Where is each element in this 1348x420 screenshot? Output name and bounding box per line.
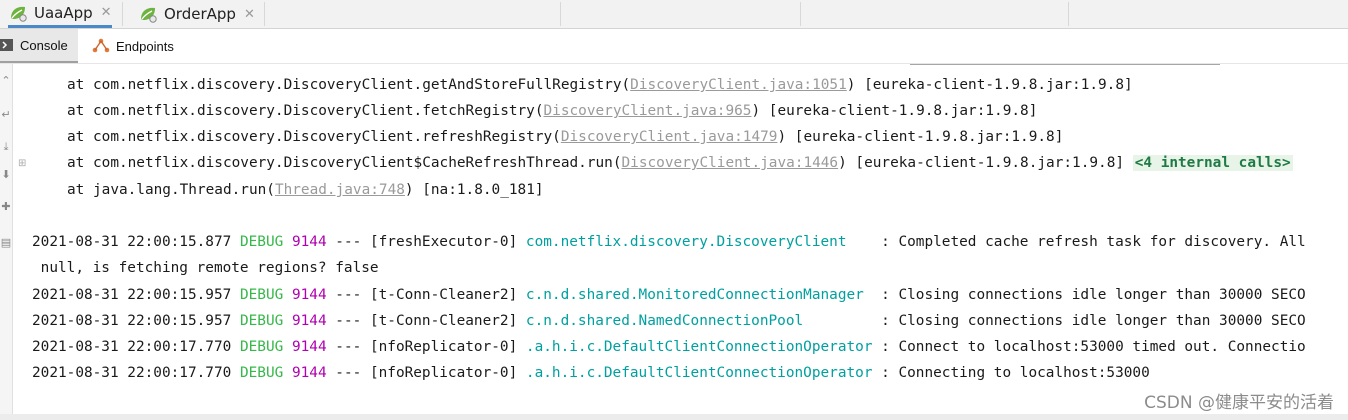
print-icon[interactable]: ▤ [0,236,12,250]
internal-calls-fold[interactable]: <4 internal calls> [1132,155,1293,171]
log-separator: --- [335,313,362,329]
trace-text: at java.lang.Thread.run( [67,182,275,198]
log-message: : Closing connections idle longer than 3… [881,287,1306,303]
log-separator: --- [335,234,362,250]
trace-text: at com.netflix.discovery.DiscoveryClient… [67,155,622,171]
log-thread: [nfoReplicator-0] [369,365,518,381]
log-level: DEBUG [239,339,284,355]
log-message: : Connect to localhost:53000 timed out. … [881,339,1306,355]
log-separator: --- [335,287,362,303]
tab-divider [560,2,561,26]
trace-jar: ) [eureka-client-1.9.8.jar:1.9.8] [838,155,1125,171]
download-icon[interactable]: ⬇ [0,168,12,182]
trace-jar: ) [eureka-client-1.9.8.jar:1.9.8] [846,77,1133,93]
run-tab-label: UaaApp [34,3,93,22]
tab-console[interactable]: Console [0,29,78,63]
log-timestamp: 2021-08-31 22:00:17.770 [32,365,232,381]
soft-wrap-icon[interactable]: ↵ [0,108,12,122]
log-pid: 9144 [291,234,327,250]
console-left-gutter: ⌃ ↵ ⤓ ⬇ ✚ ▤ [0,64,13,414]
trace-text: at com.netflix.discovery.DiscoveryClient… [67,103,544,119]
stack-trace-line: at com.netflix.discovery.DiscoveryClient… [67,72,1133,98]
source-link[interactable]: DiscoveryClient.java:1479 [561,129,778,145]
log-continuation-line: null, is fetching remote regions? false [32,255,379,281]
log-thread: [t-Conn-Cleaner2] [369,287,518,303]
endpoints-icon [92,38,110,53]
spring-leaf-icon [141,7,157,23]
tab-endpoints-label: Endpoints [116,38,174,54]
trace-jar: ) [eureka-client-1.9.8.jar:1.9.8] [777,129,1064,145]
log-message: : Connecting to localhost:53000 [881,365,1150,381]
trace-text: at com.netflix.discovery.DiscoveryClient… [67,129,561,145]
log-level: DEBUG [239,365,284,381]
close-icon[interactable]: ✕ [244,7,255,22]
trace-jar: ) [eureka-client-1.9.8.jar:1.9.8] [751,103,1038,119]
log-pid: 9144 [291,339,327,355]
log-thread: [t-Conn-Cleaner2] [369,313,518,329]
run-tab-label: OrderApp [164,5,236,23]
log-pid: 9144 [291,287,327,303]
source-link[interactable]: DiscoveryClient.java:1446 [622,155,839,171]
log-logger: c.n.d.shared.MonitoredConnectionManager [525,287,873,303]
log-timestamp: 2021-08-31 22:00:17.770 [32,339,232,355]
log-level: DEBUG [239,287,284,303]
log-thread: [nfoReplicator-0] [369,339,518,355]
log-separator: --- [335,365,362,381]
close-icon[interactable]: ✕ [101,5,112,20]
trace-jar: ) [na:1.8.0_181] [404,182,544,198]
log-logger: .a.h.i.c.DefaultClientConnectionOperator [525,365,873,381]
console-output[interactable]: at com.netflix.discovery.DiscoveryClient… [14,64,1348,414]
stack-trace-line: at java.lang.Thread.run(Thread.java:748)… [67,177,544,203]
tab-divider [122,2,123,26]
horizontal-scrollbar[interactable] [0,414,1348,420]
log-logger: com.netflix.discovery.DiscoveryClient [525,234,873,250]
stack-trace-line: at com.netflix.discovery.DiscoveryClient… [67,98,1037,124]
tab-divider [264,2,265,26]
log-timestamp: 2021-08-31 22:00:15.957 [32,313,232,329]
stack-trace-line: at com.netflix.discovery.DiscoveryClient… [67,150,1293,176]
source-link[interactable]: Thread.java:748 [275,182,405,198]
log-level: DEBUG [239,313,284,329]
log-pid: 9144 [291,313,327,329]
log-logger: c.n.d.shared.NamedConnectionPool [525,313,873,329]
log-message: : Completed cache refresh task for disco… [881,234,1306,250]
run-tab-orderapp[interactable]: OrderApp ✕ [138,0,255,28]
log-message: null, is fetching remote regions? false [32,260,379,276]
log-message: : Closing connections idle longer than 3… [881,313,1306,329]
watermark-text: CSDN @健康平安的活着 [1144,393,1334,413]
stack-trace-line: at com.netflix.discovery.DiscoveryClient… [67,124,1063,150]
log-timestamp: 2021-08-31 22:00:15.957 [32,287,232,303]
run-tab-bar: UaaApp ✕ OrderApp ✕ [0,0,1348,29]
log-thread: [freshExecutor-0] [369,234,518,250]
log-line: 2021-08-31 22:00:15.957 DEBUG 9144 --- [… [32,308,1306,334]
run-tab-uaaapp[interactable]: UaaApp ✕ [8,0,112,28]
log-line: 2021-08-31 22:00:17.770 DEBUG 9144 --- [… [32,334,1306,360]
log-pid: 9144 [291,365,327,381]
source-link[interactable]: DiscoveryClient.java:965 [544,103,752,119]
scroll-up-icon[interactable]: ⌃ [0,74,12,88]
tab-divider [800,2,801,26]
console-icon [0,39,13,51]
pin-icon[interactable]: ✚ [0,200,12,214]
log-logger: .a.h.i.c.DefaultClientConnectionOperator [525,339,873,355]
scroll-to-end-icon[interactable]: ⤓ [0,140,12,154]
log-level: DEBUG [239,234,284,250]
spring-leaf-icon [11,6,27,22]
expand-fold-icon[interactable]: ⊞ [18,158,26,169]
log-line: 2021-08-31 22:00:15.957 DEBUG 9144 --- [… [32,282,1306,308]
trace-text: at com.netflix.discovery.DiscoveryClient… [67,77,631,93]
tab-console-label: Console [20,37,68,53]
tab-endpoints[interactable]: Endpoints [92,29,174,63]
log-line: 2021-08-31 22:00:17.770 DEBUG 9144 --- [… [32,360,1150,386]
log-separator: --- [335,339,362,355]
source-link[interactable]: DiscoveryClient.java:1051 [630,77,847,93]
log-line: 2021-08-31 22:00:15.877 DEBUG 9144 --- [… [32,229,1306,255]
tab-divider [1068,2,1069,26]
log-timestamp: 2021-08-31 22:00:15.877 [32,234,232,250]
